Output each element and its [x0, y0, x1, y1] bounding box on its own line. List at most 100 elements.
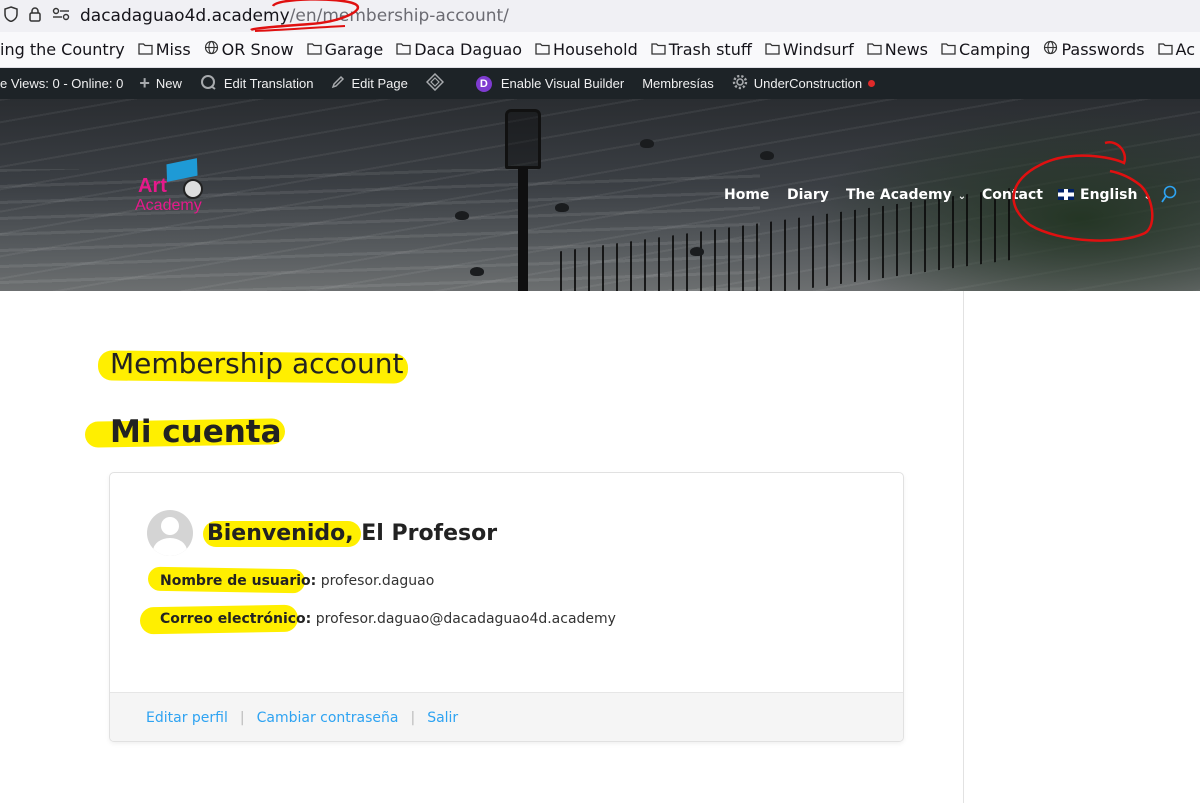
bookmark-label: Garage [324, 40, 384, 59]
site-settings-icon[interactable] [52, 7, 70, 25]
bookmark-item[interactable]: OR Snow [204, 40, 294, 59]
link-separator: | [239, 710, 245, 726]
email-row: Correo electrónico: profesor.daguao@daca… [160, 611, 616, 627]
section-title: Mi cuenta [110, 414, 282, 450]
folder-icon [1157, 41, 1173, 59]
admin-edit-page-button[interactable]: Edit Page [331, 75, 408, 93]
logo-art-text: Art [138, 175, 167, 197]
uk-flag-icon [1058, 189, 1074, 200]
chevron-down-icon: ⌄ [1143, 191, 1152, 202]
page-title: Membership account [110, 347, 404, 380]
folder-icon [941, 41, 956, 59]
header-background-bird [470, 267, 484, 276]
pencil-icon [331, 75, 345, 93]
bookmark-label: Camping [959, 40, 1031, 59]
bookmark-item[interactable]: Camping [941, 40, 1030, 59]
bookmark-label: Windsurf [782, 40, 854, 59]
admin-visual-builder-button[interactable]: D Enable Visual Builder [475, 75, 625, 92]
bookmarks-bar: ing the Country Miss OR Snow Garage Daca Dag… [0, 32, 1200, 68]
nav-home[interactable]: Home [724, 187, 769, 203]
change-password-link[interactable]: Cambiar contraseña [257, 710, 399, 726]
header-background-pole [518, 167, 528, 291]
site-logo[interactable]: Art Academy [133, 158, 218, 219]
plus-icon: + [139, 73, 150, 93]
nav-language-label: English [1080, 187, 1138, 203]
username-row: Nombre de usuario: profesor.daguao [160, 573, 434, 589]
bookmark-label: ing the Country [0, 40, 125, 59]
header-background-bird [555, 203, 569, 212]
sidebar-divider [963, 291, 964, 803]
folder-icon [306, 41, 322, 59]
admin-edit-page-label: Edit Page [351, 76, 408, 91]
edit-profile-link[interactable]: Editar perfil [146, 710, 228, 726]
admin-edit-translation-label: Edit Translation [223, 76, 314, 91]
bookmark-item[interactable]: Passwords [1043, 40, 1145, 59]
url-host[interactable]: dacadaguao4d.academy [80, 6, 290, 26]
avatar [147, 510, 193, 556]
bookmark-item[interactable]: Miss [138, 40, 191, 59]
username-value: profesor.daguao [320, 573, 435, 589]
nav-contact[interactable]: Contact [982, 187, 1043, 203]
url-path[interactable]: /en/membership-account/ [290, 6, 509, 26]
wp-admin-bar: e Views: 0 - Online: 0 + New Edit Transl… [0, 68, 1200, 99]
header-background-bird [455, 211, 469, 220]
nav-the-academy-label: The Academy [846, 187, 952, 203]
admin-views-counter[interactable]: e Views: 0 - Online: 0 [0, 76, 123, 91]
admin-diamond-button[interactable] [425, 72, 450, 95]
browser-url-bar[interactable]: dacadaguao4d.academy/en/membership-accou… [0, 0, 1200, 32]
bookmark-label: Passwords [1061, 40, 1145, 59]
nav-diary[interactable]: Diary [787, 187, 829, 203]
bookmark-label: Household [553, 40, 638, 59]
globe-icon [204, 40, 219, 59]
bookmark-item[interactable]: ing the Country [0, 40, 125, 59]
bookmark-label: Trash stuff [668, 40, 752, 59]
logo-disc-shape [183, 179, 203, 199]
globe-icon [1043, 40, 1058, 59]
admin-new-button[interactable]: + New [139, 73, 182, 94]
admin-new-label: New [155, 76, 182, 91]
bookmark-label: Ac [1175, 40, 1196, 59]
diamond-icon [425, 72, 444, 95]
bookmark-item[interactable]: Household [535, 40, 638, 59]
divi-icon: D [475, 75, 492, 92]
bookmark-item[interactable]: Trash stuff [651, 40, 752, 59]
admin-under-construction-label: UnderConstruction [753, 76, 863, 91]
email-value: profesor.daguao@dacadaguao4d.academy [315, 611, 616, 627]
folder-icon [765, 41, 780, 59]
admin-edit-translation-button[interactable]: Edit Translation [200, 74, 314, 94]
nav-the-academy[interactable]: The Academy ⌄ [846, 187, 966, 203]
shield-icon[interactable] [4, 6, 18, 26]
logout-link[interactable]: Salir [427, 710, 458, 726]
bookmark-item[interactable]: Ac [1157, 40, 1196, 59]
link-separator: | [410, 710, 416, 726]
folder-icon [138, 41, 153, 59]
bookmark-item[interactable]: Daca Daguao [396, 40, 522, 59]
bookmark-item[interactable]: News [867, 40, 928, 59]
folder-icon [867, 41, 882, 59]
welcome-heading: Bienvenido, El Profesor [207, 521, 498, 546]
bookmark-label: Daca Daguao [414, 40, 523, 59]
bookmark-label: Miss [155, 40, 191, 59]
nav-language-switcher[interactable]: English ⌄ [1058, 187, 1152, 203]
site-header: Art Academy Home Diary The Academy ⌄ Cont… [0, 99, 1200, 291]
admin-memberships-menu[interactable]: Membresías [642, 76, 714, 91]
admin-visual-builder-label: Enable Visual Builder [500, 76, 625, 91]
bookmark-item[interactable]: Windsurf [765, 40, 854, 59]
email-label: Correo electrónico: [160, 611, 312, 627]
search-icon[interactable] [1160, 185, 1178, 205]
bookmark-label: News [884, 40, 928, 59]
bookmark-label: OR Snow [221, 40, 294, 59]
admin-under-construction-button[interactable]: UnderConstruction [732, 74, 876, 94]
avatar-head-shape [161, 517, 179, 535]
header-background-lamp [505, 109, 541, 169]
logo-academy-text: Academy [135, 197, 202, 214]
lock-icon[interactable] [28, 6, 42, 26]
translate-icon [200, 74, 218, 94]
folder-icon [396, 41, 411, 59]
folder-icon [651, 41, 666, 59]
account-card: Bienvenido, El Profesor Nombre de usuari… [109, 472, 904, 742]
avatar-body-shape [153, 538, 187, 556]
chevron-down-icon: ⌄ [957, 191, 967, 202]
bookmark-item[interactable]: Garage [306, 40, 384, 59]
gear-icon [732, 74, 748, 94]
